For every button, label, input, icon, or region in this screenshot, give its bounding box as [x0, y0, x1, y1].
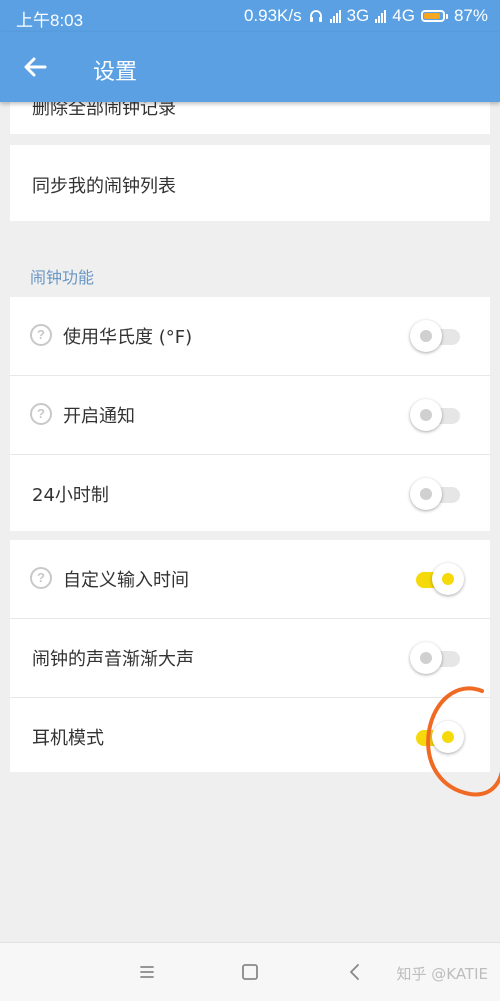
app-bar: 设置 [0, 32, 500, 102]
network-speed: 0.93K/s [243, 6, 302, 25]
status-time: 上午8:03 [16, 11, 84, 30]
setting-row-notification[interactable]: ? 开启通知 [10, 376, 490, 455]
arrow-left-icon [24, 57, 47, 77]
status-bar: 上午8:03 0.93K/s 3G 4G 87% [0, 0, 500, 32]
battery-percent: 87% [453, 6, 488, 25]
menu-icon [140, 966, 154, 978]
toggle-switch[interactable] [410, 320, 464, 352]
watermark: 知乎 @KATIE [396, 965, 488, 983]
setting-label: 同步我的闹钟列表 [32, 176, 176, 197]
home-square-icon [242, 964, 258, 980]
back-chevron-icon [350, 964, 359, 980]
setting-label: 耳机模式 [32, 728, 104, 749]
back-button[interactable] [18, 49, 54, 85]
toggle-switch[interactable] [410, 478, 464, 510]
setting-row-sync[interactable]: 同步我的闹钟列表 [10, 145, 490, 221]
help-icon[interactable]: ? [30, 324, 52, 346]
headphones-icon [309, 10, 322, 22]
signal-icon [329, 9, 341, 23]
help-icon[interactable]: ? [30, 403, 52, 425]
network-type-1: 3G [346, 6, 370, 25]
network-type-2: 4G [392, 6, 415, 25]
system-nav-bar: 知乎 @KATIE [0, 942, 500, 1001]
settings-card-sync: 同步我的闹钟列表 [10, 145, 490, 221]
battery-icon [420, 10, 448, 22]
setting-row-volume-fade[interactable]: 闹钟的声音渐渐大声 [10, 619, 490, 698]
toggle-switch[interactable] [410, 721, 464, 753]
setting-label: 使用华氏度 (°F) [63, 327, 193, 348]
toggle-switch[interactable] [410, 642, 464, 674]
toggle-switch[interactable] [410, 563, 464, 595]
setting-label: 开启通知 [63, 406, 135, 427]
setting-label: 闹钟的声音渐渐大声 [32, 649, 194, 670]
setting-row-headphone-mode[interactable]: 耳机模式 [10, 698, 490, 776]
setting-row-custom-time[interactable]: ? 自定义输入时间 [10, 540, 490, 619]
menu-button[interactable] [134, 959, 160, 985]
settings-card-group1: ? 使用华氏度 (°F) ? 开启通知 24小时制 [10, 297, 490, 531]
setting-label: 24小时制 [32, 485, 109, 506]
section-header: 闹钟功能 [30, 268, 95, 287]
toggle-switch[interactable] [410, 399, 464, 431]
setting-row-24-hour[interactable]: 24小时制 [10, 455, 490, 533]
page-title: 设置 [93, 60, 138, 85]
setting-row-fahrenheit[interactable]: ? 使用华氏度 (°F) [10, 297, 490, 376]
settings-card-group2: ? 自定义输入时间 闹钟的声音渐渐大声 耳机模式 [10, 540, 490, 772]
help-icon[interactable]: ? [30, 567, 52, 589]
back-nav-button[interactable] [342, 959, 368, 985]
signal-icon [375, 9, 387, 23]
home-button[interactable] [237, 959, 263, 985]
setting-label: 自定义输入时间 [63, 570, 189, 591]
